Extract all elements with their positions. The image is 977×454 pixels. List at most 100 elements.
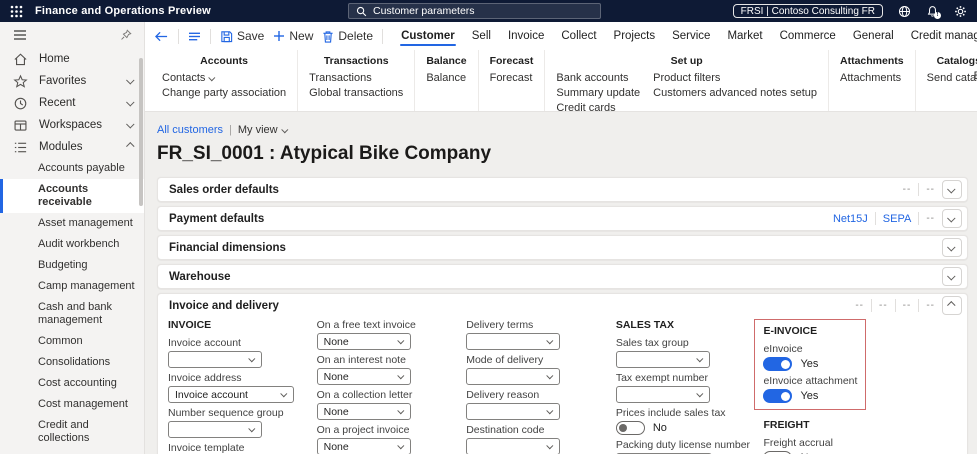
toggle-prices-include-sales-tax[interactable] (615, 421, 645, 435)
field-block-invoice-address: Invoice address Invoice account (168, 372, 317, 403)
section-collapse-button[interactable] (942, 296, 962, 315)
sidebar-module-item-accounts-payable[interactable]: Accounts payable (0, 158, 144, 179)
ribbon-item-balance[interactable]: Balance (426, 71, 466, 86)
ribbon-item-label: Customers advanced notes setup (653, 87, 818, 99)
section-expand-button[interactable] (942, 180, 962, 199)
section-link-sepa[interactable]: SEPA (883, 213, 912, 225)
toggle-einvoice-attachment[interactable] (763, 389, 793, 403)
section-header[interactable]: Invoice and delivery -- -- -- -- (158, 294, 967, 317)
section-header[interactable]: Payment defaults Net15J SEPA -- (158, 207, 967, 230)
section-header[interactable]: Sales order defaults -- -- (158, 178, 967, 201)
combo-tax-exempt-number[interactable] (615, 386, 710, 403)
sidebar-module-item-cost-accounting[interactable]: Cost accounting (0, 373, 144, 394)
section-link-net15j[interactable]: Net15J (833, 213, 868, 225)
tab-credit-management[interactable]: Credit management (910, 23, 977, 49)
sidebar-module-item-cost-management[interactable]: Cost management (0, 394, 144, 415)
sidebar-module-item-audit-workbench[interactable]: Audit workbench (0, 234, 144, 255)
environment-badge[interactable]: FRSI | Contoso Consulting FR (732, 4, 883, 18)
menu-lines-icon[interactable] (188, 31, 201, 42)
ribbon-item-customers-advanced-notes-setup[interactable]: Customers advanced notes setup (653, 86, 817, 101)
globe-icon[interactable] (898, 5, 911, 18)
tab-general[interactable]: General (852, 23, 895, 49)
tab-projects[interactable]: Projects (613, 23, 657, 49)
ribbon-item-change-party-association[interactable]: Change party association (162, 86, 286, 101)
section-expand-button[interactable] (942, 209, 962, 228)
combo-destination-code[interactable] (466, 438, 561, 454)
sidebar-item-workspaces[interactable]: Workspaces (0, 114, 144, 136)
save-button[interactable]: Save (220, 29, 264, 43)
sidebar-module-item-demand-planner[interactable]: Demand planner (0, 449, 144, 454)
combo-on-an-interest-note[interactable]: None (316, 368, 411, 385)
sidebar-module-item-camp-management[interactable]: Camp management (0, 276, 144, 297)
breadcrumb-separator: | (229, 124, 232, 136)
combo-on-a-project-invoice[interactable]: None (316, 438, 411, 454)
main-area: Save New Delete Customer Sell Invoice Colle… (145, 22, 977, 454)
section-expand-button[interactable] (942, 267, 962, 286)
combo-value: None (323, 370, 349, 383)
global-search-input[interactable]: Customer parameters (348, 3, 601, 19)
sidebar-item-favorites[interactable]: Favorites (0, 70, 144, 92)
ribbon-item-credit-cards[interactable]: Credit cards (556, 101, 640, 111)
tab-invoice[interactable]: Invoice (507, 23, 545, 49)
tab-commerce[interactable]: Commerce (779, 23, 837, 49)
section-expand-button[interactable] (942, 238, 962, 257)
ribbon-item-summary-update[interactable]: Summary update (556, 86, 640, 101)
tab-service[interactable]: Service (671, 23, 711, 49)
sidebar-module-item-asset-management[interactable]: Asset management (0, 213, 144, 234)
chevron-down-icon (546, 372, 554, 380)
ribbon-item-product-filters[interactable]: Product filters (653, 71, 817, 86)
section-header[interactable]: Financial dimensions (158, 236, 967, 259)
ribbon-item-global-transactions[interactable]: Global transactions (309, 86, 403, 101)
combo-invoice-account[interactable] (168, 351, 262, 368)
combo-delivery-reason[interactable] (466, 403, 561, 420)
toggle-einvoice[interactable] (763, 357, 793, 371)
delete-button[interactable]: Delete (322, 29, 373, 43)
ribbon-item-attachments[interactable]: Attachments (840, 71, 901, 86)
sidebar-module-item-accounts-receivable[interactable]: Accounts receivable (0, 179, 144, 213)
sidebar-item-home[interactable]: Home (0, 48, 144, 70)
sidebar-item-recent[interactable]: Recent (0, 92, 144, 114)
settings-gear-icon[interactable] (954, 5, 967, 18)
combo-number-sequence-group[interactable] (168, 421, 262, 438)
tab-collect[interactable]: Collect (560, 23, 597, 49)
ribbon-item-send-catalog[interactable]: Send catalog (927, 71, 977, 86)
ribbon-group-transactions: Transactions Transactions Global transacti… (298, 50, 416, 111)
app-launcher-icon[interactable] (10, 5, 23, 18)
breadcrumb-all-customers-link[interactable]: All customers (157, 124, 223, 136)
combo-delivery-terms[interactable] (466, 333, 561, 350)
sidebar-module-item-credit-and-collections[interactable]: Credit and collections (0, 415, 144, 449)
combo-mode-of-delivery[interactable] (466, 368, 561, 385)
notifications-bell-icon[interactable]: ! (926, 5, 941, 19)
sidebar-module-item-consolidations[interactable]: Consolidations (0, 352, 144, 373)
back-arrow-icon[interactable] (154, 30, 169, 43)
combo-on-a-free-text-invoice[interactable]: None (316, 333, 411, 350)
top-bar-right: FRSI | Contoso Consulting FR ! (732, 4, 967, 19)
hamburger-menu-icon[interactable] (13, 29, 27, 41)
ribbon-item-forecast[interactable]: Forecast (490, 71, 533, 86)
combo-invoice-address[interactable]: Invoice account (168, 386, 294, 403)
breadcrumb-view-selector[interactable]: My view (238, 124, 288, 136)
section-header[interactable]: Warehouse (158, 265, 967, 288)
group-heading-freight: FREIGHT (763, 419, 810, 431)
section-header-right: -- -- (903, 180, 962, 199)
sections-list: Sales order defaults -- -- Payment defaults… (157, 177, 968, 454)
tab-customer[interactable]: Customer (400, 23, 456, 49)
ribbon-item-contacts[interactable]: Contacts (162, 71, 286, 86)
sidebar-scrollbar[interactable] (139, 58, 143, 206)
page-title: FR_SI_0001 : Atypical Bike Company (157, 143, 492, 164)
sidebar-item-modules[interactable]: Modules (0, 136, 144, 158)
tab-market[interactable]: Market (726, 23, 763, 49)
field-block-freight-accrual: Freight accrualNo (763, 437, 959, 454)
ribbon-item-bank-accounts[interactable]: Bank accounts (556, 71, 640, 86)
combo-on-a-collection-letter[interactable]: None (316, 403, 411, 420)
new-button[interactable]: New (273, 29, 313, 43)
tab-sell[interactable]: Sell (471, 23, 492, 49)
sidebar-module-item-cash-and-bank-management[interactable]: Cash and bank management (0, 297, 144, 331)
divider (210, 28, 211, 44)
pin-icon[interactable] (120, 29, 132, 41)
sidebar-module-item-common[interactable]: Common (0, 331, 144, 352)
toggle-knob (618, 424, 627, 432)
ribbon-item-transactions[interactable]: Transactions (309, 71, 403, 86)
sidebar-module-item-budgeting[interactable]: Budgeting (0, 255, 144, 276)
combo-sales-tax-group[interactable] (615, 351, 710, 368)
